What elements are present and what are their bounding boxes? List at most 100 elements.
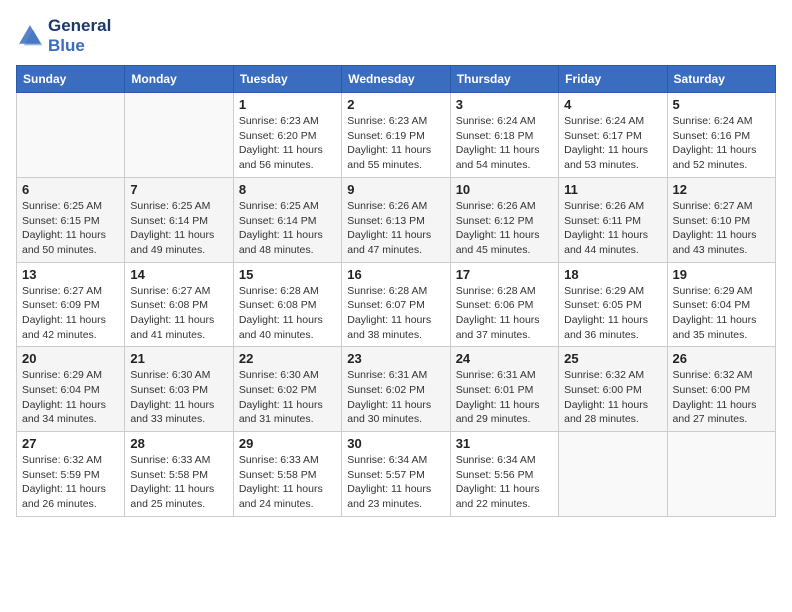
cell-info: Sunrise: 6:23 AMSunset: 6:19 PMDaylight:… xyxy=(347,115,431,171)
day-number: 18 xyxy=(564,267,661,282)
cell-info: Sunrise: 6:26 AMSunset: 6:13 PMDaylight:… xyxy=(347,200,431,256)
cell-info: Sunrise: 6:34 AMSunset: 5:57 PMDaylight:… xyxy=(347,454,431,510)
calendar-cell: 28 Sunrise: 6:33 AMSunset: 5:58 PMDaylig… xyxy=(125,432,233,517)
calendar-header: SundayMondayTuesdayWednesdayThursdayFrid… xyxy=(17,66,776,93)
day-number: 9 xyxy=(347,182,444,197)
day-number: 26 xyxy=(673,351,770,366)
day-number: 7 xyxy=(130,182,227,197)
logo-icon xyxy=(16,22,44,50)
calendar-cell: 18 Sunrise: 6:29 AMSunset: 6:05 PMDaylig… xyxy=(559,262,667,347)
cell-info: Sunrise: 6:28 AMSunset: 6:08 PMDaylight:… xyxy=(239,285,323,341)
cell-info: Sunrise: 6:29 AMSunset: 6:04 PMDaylight:… xyxy=(22,369,106,425)
calendar-cell: 23 Sunrise: 6:31 AMSunset: 6:02 PMDaylig… xyxy=(342,347,450,432)
cell-info: Sunrise: 6:25 AMSunset: 6:14 PMDaylight:… xyxy=(130,200,214,256)
calendar-cell: 3 Sunrise: 6:24 AMSunset: 6:18 PMDayligh… xyxy=(450,93,558,178)
calendar-cell: 19 Sunrise: 6:29 AMSunset: 6:04 PMDaylig… xyxy=(667,262,775,347)
weekday-header: Sunday xyxy=(17,66,125,93)
weekday-header: Thursday xyxy=(450,66,558,93)
calendar-cell: 17 Sunrise: 6:28 AMSunset: 6:06 PMDaylig… xyxy=(450,262,558,347)
day-number: 17 xyxy=(456,267,553,282)
cell-info: Sunrise: 6:33 AMSunset: 5:58 PMDaylight:… xyxy=(130,454,214,510)
weekday-header: Tuesday xyxy=(233,66,341,93)
calendar-cell: 15 Sunrise: 6:28 AMSunset: 6:08 PMDaylig… xyxy=(233,262,341,347)
cell-info: Sunrise: 6:23 AMSunset: 6:20 PMDaylight:… xyxy=(239,115,323,171)
day-number: 31 xyxy=(456,436,553,451)
cell-info: Sunrise: 6:29 AMSunset: 6:05 PMDaylight:… xyxy=(564,285,648,341)
calendar-cell: 20 Sunrise: 6:29 AMSunset: 6:04 PMDaylig… xyxy=(17,347,125,432)
weekday-header: Monday xyxy=(125,66,233,93)
day-number: 30 xyxy=(347,436,444,451)
calendar-cell: 30 Sunrise: 6:34 AMSunset: 5:57 PMDaylig… xyxy=(342,432,450,517)
day-number: 13 xyxy=(22,267,119,282)
day-number: 4 xyxy=(564,97,661,112)
cell-info: Sunrise: 6:32 AMSunset: 5:59 PMDaylight:… xyxy=(22,454,106,510)
calendar-cell: 4 Sunrise: 6:24 AMSunset: 6:17 PMDayligh… xyxy=(559,93,667,178)
cell-info: Sunrise: 6:28 AMSunset: 6:07 PMDaylight:… xyxy=(347,285,431,341)
day-number: 2 xyxy=(347,97,444,112)
calendar-cell xyxy=(125,93,233,178)
weekday-header: Friday xyxy=(559,66,667,93)
calendar-cell: 1 Sunrise: 6:23 AMSunset: 6:20 PMDayligh… xyxy=(233,93,341,178)
calendar-table: SundayMondayTuesdayWednesdayThursdayFrid… xyxy=(16,65,776,517)
calendar-cell: 25 Sunrise: 6:32 AMSunset: 6:00 PMDaylig… xyxy=(559,347,667,432)
day-number: 20 xyxy=(22,351,119,366)
day-number: 5 xyxy=(673,97,770,112)
day-number: 3 xyxy=(456,97,553,112)
day-number: 28 xyxy=(130,436,227,451)
calendar-cell: 12 Sunrise: 6:27 AMSunset: 6:10 PMDaylig… xyxy=(667,177,775,262)
day-number: 8 xyxy=(239,182,336,197)
calendar-cell: 2 Sunrise: 6:23 AMSunset: 6:19 PMDayligh… xyxy=(342,93,450,178)
day-number: 21 xyxy=(130,351,227,366)
logo: General Blue xyxy=(16,16,111,55)
calendar-cell: 14 Sunrise: 6:27 AMSunset: 6:08 PMDaylig… xyxy=(125,262,233,347)
cell-info: Sunrise: 6:33 AMSunset: 5:58 PMDaylight:… xyxy=(239,454,323,510)
day-number: 25 xyxy=(564,351,661,366)
day-number: 19 xyxy=(673,267,770,282)
day-number: 24 xyxy=(456,351,553,366)
cell-info: Sunrise: 6:28 AMSunset: 6:06 PMDaylight:… xyxy=(456,285,540,341)
calendar-cell: 26 Sunrise: 6:32 AMSunset: 6:00 PMDaylig… xyxy=(667,347,775,432)
calendar-cell: 7 Sunrise: 6:25 AMSunset: 6:14 PMDayligh… xyxy=(125,177,233,262)
cell-info: Sunrise: 6:27 AMSunset: 6:10 PMDaylight:… xyxy=(673,200,757,256)
day-number: 23 xyxy=(347,351,444,366)
calendar-cell: 9 Sunrise: 6:26 AMSunset: 6:13 PMDayligh… xyxy=(342,177,450,262)
calendar-cell xyxy=(667,432,775,517)
calendar-cell: 13 Sunrise: 6:27 AMSunset: 6:09 PMDaylig… xyxy=(17,262,125,347)
cell-info: Sunrise: 6:32 AMSunset: 6:00 PMDaylight:… xyxy=(564,369,648,425)
day-number: 12 xyxy=(673,182,770,197)
calendar-cell: 6 Sunrise: 6:25 AMSunset: 6:15 PMDayligh… xyxy=(17,177,125,262)
day-number: 14 xyxy=(130,267,227,282)
cell-info: Sunrise: 6:30 AMSunset: 6:02 PMDaylight:… xyxy=(239,369,323,425)
cell-info: Sunrise: 6:31 AMSunset: 6:02 PMDaylight:… xyxy=(347,369,431,425)
day-number: 11 xyxy=(564,182,661,197)
day-number: 27 xyxy=(22,436,119,451)
calendar-body: 1 Sunrise: 6:23 AMSunset: 6:20 PMDayligh… xyxy=(17,93,776,517)
cell-info: Sunrise: 6:31 AMSunset: 6:01 PMDaylight:… xyxy=(456,369,540,425)
cell-info: Sunrise: 6:32 AMSunset: 6:00 PMDaylight:… xyxy=(673,369,757,425)
calendar-cell: 8 Sunrise: 6:25 AMSunset: 6:14 PMDayligh… xyxy=(233,177,341,262)
cell-info: Sunrise: 6:25 AMSunset: 6:14 PMDaylight:… xyxy=(239,200,323,256)
cell-info: Sunrise: 6:30 AMSunset: 6:03 PMDaylight:… xyxy=(130,369,214,425)
day-number: 10 xyxy=(456,182,553,197)
calendar-cell: 11 Sunrise: 6:26 AMSunset: 6:11 PMDaylig… xyxy=(559,177,667,262)
cell-info: Sunrise: 6:27 AMSunset: 6:08 PMDaylight:… xyxy=(130,285,214,341)
logo-text: General Blue xyxy=(48,16,111,55)
calendar-cell xyxy=(559,432,667,517)
cell-info: Sunrise: 6:26 AMSunset: 6:12 PMDaylight:… xyxy=(456,200,540,256)
calendar-cell: 31 Sunrise: 6:34 AMSunset: 5:56 PMDaylig… xyxy=(450,432,558,517)
day-number: 16 xyxy=(347,267,444,282)
calendar-cell: 21 Sunrise: 6:30 AMSunset: 6:03 PMDaylig… xyxy=(125,347,233,432)
calendar-cell: 22 Sunrise: 6:30 AMSunset: 6:02 PMDaylig… xyxy=(233,347,341,432)
calendar-cell: 10 Sunrise: 6:26 AMSunset: 6:12 PMDaylig… xyxy=(450,177,558,262)
calendar-cell: 5 Sunrise: 6:24 AMSunset: 6:16 PMDayligh… xyxy=(667,93,775,178)
day-number: 1 xyxy=(239,97,336,112)
calendar-cell: 24 Sunrise: 6:31 AMSunset: 6:01 PMDaylig… xyxy=(450,347,558,432)
day-number: 6 xyxy=(22,182,119,197)
calendar-cell xyxy=(17,93,125,178)
cell-info: Sunrise: 6:25 AMSunset: 6:15 PMDaylight:… xyxy=(22,200,106,256)
weekday-header: Saturday xyxy=(667,66,775,93)
cell-info: Sunrise: 6:27 AMSunset: 6:09 PMDaylight:… xyxy=(22,285,106,341)
cell-info: Sunrise: 6:24 AMSunset: 6:17 PMDaylight:… xyxy=(564,115,648,171)
cell-info: Sunrise: 6:29 AMSunset: 6:04 PMDaylight:… xyxy=(673,285,757,341)
cell-info: Sunrise: 6:24 AMSunset: 6:18 PMDaylight:… xyxy=(456,115,540,171)
